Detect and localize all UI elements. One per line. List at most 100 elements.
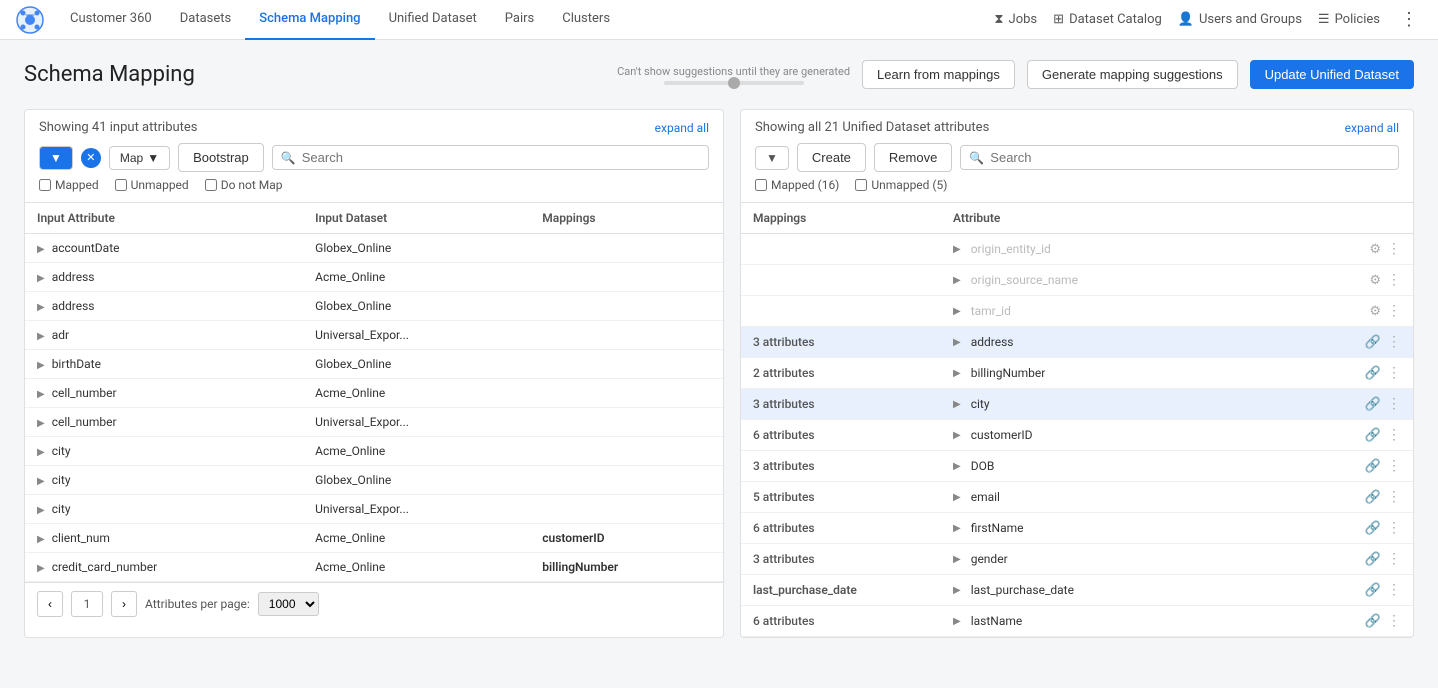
more-icon[interactable]: ⋮: [1387, 489, 1401, 505]
nav-datasets[interactable]: Datasets: [166, 0, 246, 40]
filter-unmapped-checkbox[interactable]: [115, 179, 127, 191]
filter-icon: ▼: [50, 151, 62, 165]
filter-mapped-checkbox[interactable]: [39, 179, 51, 191]
row-expand-icon[interactable]: ▶: [37, 418, 45, 429]
right-row-expand-icon[interactable]: ▶: [953, 244, 961, 255]
cell-right-mappings: 6 attributes: [741, 606, 941, 637]
right-row-expand-icon[interactable]: ▶: [953, 616, 961, 627]
right-filter-mapped-check[interactable]: Mapped (16): [755, 178, 839, 192]
right-attr-name: origin_source_name: [971, 273, 1078, 287]
page-title: Schema Mapping: [24, 62, 195, 87]
attr-cell-content: ▶ address 🔗 ⋮: [953, 334, 1401, 350]
create-attribute-button[interactable]: Create: [797, 143, 866, 172]
cell-right-attr: ▶ DOB 🔗 ⋮: [941, 451, 1413, 482]
row-expand-icon[interactable]: ▶: [37, 360, 45, 371]
nav-pairs[interactable]: Pairs: [491, 0, 548, 40]
row-expand-icon[interactable]: ▶: [37, 244, 45, 255]
learn-mappings-button[interactable]: Learn from mappings: [862, 60, 1015, 89]
right-filter-unmapped-check[interactable]: Unmapped (5): [855, 178, 947, 192]
jobs-label: Jobs: [1009, 12, 1038, 27]
more-icon[interactable]: ⋮: [1387, 396, 1401, 412]
more-icon[interactable]: ⋮: [1387, 365, 1401, 381]
more-icon[interactable]: ⋮: [1387, 520, 1401, 536]
nav-jobs[interactable]: ⧗ Jobs: [994, 12, 1037, 27]
attr-name: client_num: [52, 531, 110, 545]
row-expand-icon[interactable]: ▶: [37, 505, 45, 516]
more-icon[interactable]: ⋮: [1387, 582, 1401, 598]
cell-right-attr: ▶ billingNumber 🔗 ⋮: [941, 358, 1413, 389]
current-page: 1: [71, 591, 103, 617]
left-panel-header-top: Showing 41 input attributes expand all: [39, 120, 709, 135]
right-mapping-value: 6 attributes: [753, 614, 815, 628]
left-table-row: ▶ cell_number Universal_Expor...: [25, 408, 723, 437]
right-panel-controls: ▼ Create Remove 🔍: [755, 143, 1399, 172]
filter-donotmap-check[interactable]: Do not Map: [205, 178, 283, 192]
right-row-expand-icon[interactable]: ▶: [953, 523, 961, 534]
map-dropdown-button[interactable]: Map ▼: [109, 146, 170, 170]
right-row-expand-icon[interactable]: ▶: [953, 585, 961, 596]
nav-more-icon[interactable]: ⋮: [1396, 9, 1422, 30]
generate-suggestions-button[interactable]: Generate mapping suggestions: [1027, 60, 1238, 89]
filter-donotmap-checkbox[interactable]: [205, 179, 217, 191]
right-row-expand-icon[interactable]: ▶: [953, 275, 961, 286]
right-filter-unmapped-checkbox[interactable]: [855, 179, 867, 191]
left-table-body: ▶ accountDate Globex_Online ▶ address Ac…: [25, 234, 723, 582]
row-expand-icon[interactable]: ▶: [37, 534, 45, 545]
gear-icon: ⚙: [1369, 304, 1381, 319]
attr-name: cell_number: [52, 386, 117, 400]
left-search-input[interactable]: [302, 150, 700, 165]
row-expand-icon[interactable]: ▶: [37, 447, 45, 458]
cell-input-attr: ▶ city: [25, 495, 303, 524]
nav-customer360[interactable]: Customer 360: [56, 0, 166, 40]
right-filter-mapped-checkbox[interactable]: [755, 179, 767, 191]
filter-active-button[interactable]: ▼: [39, 146, 73, 170]
suggestion-hint: Can't show suggestions until they are ge…: [617, 65, 850, 85]
remove-attribute-button[interactable]: Remove: [874, 143, 952, 172]
update-unified-dataset-button[interactable]: Update Unified Dataset: [1250, 60, 1414, 89]
row-expand-icon[interactable]: ▶: [37, 476, 45, 487]
right-row-expand-icon[interactable]: ▶: [953, 461, 961, 472]
cell-dataset: Globex_Online: [303, 234, 530, 263]
right-row-expand-icon[interactable]: ▶: [953, 337, 961, 348]
right-row-expand-icon[interactable]: ▶: [953, 492, 961, 503]
more-icon[interactable]: ⋮: [1387, 427, 1401, 443]
more-icon[interactable]: ⋮: [1387, 613, 1401, 629]
more-icon[interactable]: ⋮: [1387, 303, 1401, 319]
right-panel-expand-all[interactable]: expand all: [1345, 121, 1399, 135]
right-row-expand-icon[interactable]: ▶: [953, 554, 961, 565]
more-icon[interactable]: ⋮: [1387, 551, 1401, 567]
right-row-expand-icon[interactable]: ▶: [953, 399, 961, 410]
nav-schema-mapping[interactable]: Schema Mapping: [245, 0, 374, 40]
nav-dataset-catalog[interactable]: ⊞ Dataset Catalog: [1053, 12, 1162, 27]
nav-clusters[interactable]: Clusters: [548, 0, 624, 40]
right-row-expand-icon[interactable]: ▶: [953, 306, 961, 317]
left-filter-row: Mapped Unmapped Do not Map: [39, 178, 709, 192]
filter-unmapped-check[interactable]: Unmapped: [115, 178, 189, 192]
prev-page-button[interactable]: ‹: [37, 591, 63, 617]
jobs-icon: ⧗: [994, 12, 1003, 27]
more-icon[interactable]: ⋮: [1387, 334, 1401, 350]
more-icon[interactable]: ⋮: [1387, 458, 1401, 474]
row-expand-icon[interactable]: ▶: [37, 389, 45, 400]
more-icon[interactable]: ⋮: [1387, 272, 1401, 288]
row-expand-icon[interactable]: ▶: [37, 273, 45, 284]
row-expand-icon[interactable]: ▶: [37, 331, 45, 342]
col-right-mappings: Mappings: [741, 203, 941, 234]
nav-policies[interactable]: ☰ Policies: [1318, 12, 1380, 27]
right-row-expand-icon[interactable]: ▶: [953, 368, 961, 379]
left-panel-expand-all[interactable]: expand all: [655, 121, 709, 135]
row-expand-icon[interactable]: ▶: [37, 302, 45, 313]
nav-users-groups[interactable]: 👤 Users and Groups: [1178, 12, 1302, 27]
filter-mapped-check[interactable]: Mapped: [39, 178, 99, 192]
row-expand-icon[interactable]: ▶: [37, 563, 45, 574]
right-filter-button[interactable]: ▼: [755, 146, 789, 170]
right-search-input[interactable]: [990, 150, 1390, 165]
more-icon[interactable]: ⋮: [1387, 241, 1401, 257]
attr-cell-content: ▶ firstName 🔗 ⋮: [953, 520, 1401, 536]
per-page-select[interactable]: 1000 500 100: [258, 592, 319, 616]
filter-clear-button[interactable]: ✕: [81, 148, 101, 168]
bootstrap-button[interactable]: Bootstrap: [178, 143, 264, 172]
nav-unified-dataset[interactable]: Unified Dataset: [375, 0, 491, 40]
next-page-button[interactable]: ›: [111, 591, 137, 617]
right-row-expand-icon[interactable]: ▶: [953, 430, 961, 441]
